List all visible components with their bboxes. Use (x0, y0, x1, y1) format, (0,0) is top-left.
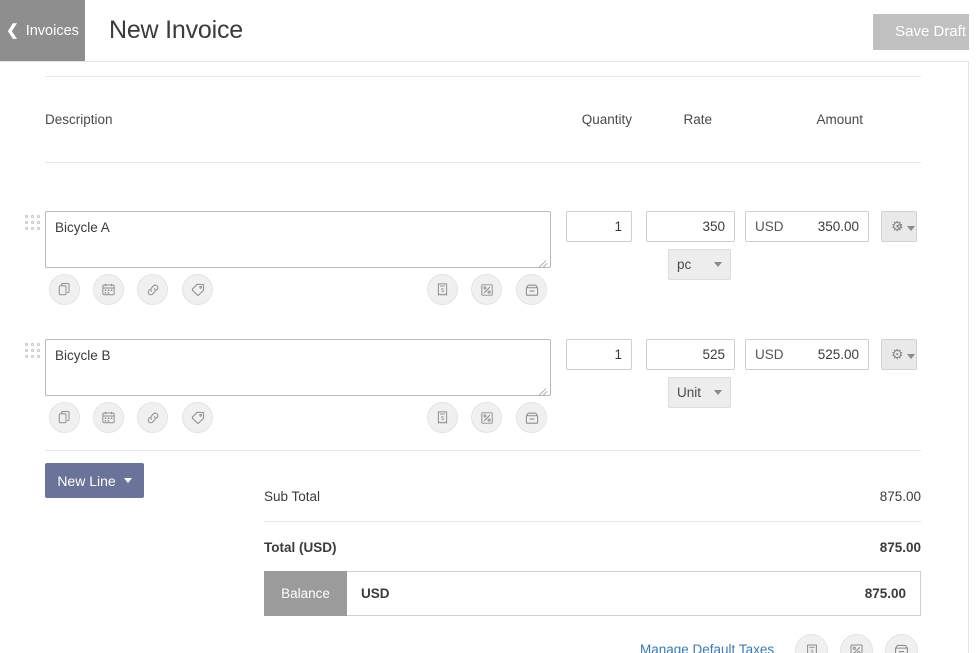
copy-icon (58, 283, 70, 296)
balance-label: Balance (264, 571, 347, 616)
archive-icon (894, 644, 909, 653)
receipt-icon: $ (806, 643, 817, 653)
unit-select[interactable]: Unit (668, 377, 731, 408)
copy-icon (58, 411, 70, 424)
balance-row: Balance USD 875.00 (264, 571, 921, 616)
amount-value: 350.00 (817, 219, 859, 234)
svg-text:$: $ (441, 288, 444, 294)
totals-section: Sub Total 875.00 Total (USD) 875.00 (264, 472, 921, 572)
table-row: USD 350.00 ⚙ pc (0, 202, 969, 310)
tag-icon (191, 411, 204, 424)
right-rail (969, 0, 976, 591)
balance-value: 875.00 (864, 586, 906, 601)
amount-value: 525.00 (817, 347, 859, 362)
amount-currency: USD (755, 347, 784, 362)
lines-bottom-divider (45, 450, 921, 451)
balance-field[interactable]: USD 875.00 (347, 571, 921, 616)
chevron-down-icon (907, 354, 915, 359)
column-header-divider (45, 162, 921, 163)
chevron-left-icon: ❮ (6, 21, 19, 39)
sub-total-value: 875.00 (879, 489, 921, 504)
amount-display: USD 350.00 (745, 211, 869, 242)
svg-text:$: $ (810, 649, 814, 653)
footer-percent-button[interactable] (840, 634, 873, 653)
amount-display: USD 525.00 (745, 339, 869, 370)
top-divider (45, 76, 921, 77)
receipt-icon: $ (437, 411, 448, 424)
sub-total-label: Sub Total (264, 489, 321, 504)
percent-icon (480, 283, 493, 296)
column-header-description: Description (45, 112, 113, 127)
unit-select-value: pc (677, 257, 692, 272)
invoice-content: Description Quantity Rate Amount USD 350… (0, 62, 969, 653)
back-to-invoices-button[interactable]: ❮ Invoices (0, 0, 85, 61)
row-drag-handle[interactable] (25, 343, 41, 359)
footer-receipt-button[interactable]: $ (795, 634, 828, 653)
rate-input[interactable] (646, 211, 735, 242)
sub-total-row: Sub Total 875.00 (264, 472, 921, 522)
unit-select[interactable]: pc (668, 249, 731, 280)
app-header: ❮ Invoices New Invoice Save Draft (0, 0, 976, 62)
page-title: New Invoice (109, 16, 243, 44)
link-button[interactable] (137, 402, 168, 433)
copy-button[interactable] (49, 274, 80, 305)
unit-select-value: Unit (677, 385, 702, 400)
header-actions: Save Draft (873, 14, 976, 50)
chevron-down-icon (714, 390, 722, 395)
chevron-down-icon (907, 226, 915, 231)
receipt-button[interactable]: $ (427, 402, 458, 433)
percent-button[interactable] (471, 274, 502, 305)
receipt-icon: $ (437, 283, 448, 296)
save-draft-button[interactable]: Save Draft (873, 14, 976, 50)
quantity-input[interactable] (566, 339, 632, 370)
gear-icon-glyph: ⚙ (891, 218, 904, 234)
manage-default-taxes-link[interactable]: Manage Default Taxes (640, 642, 774, 653)
row-settings-button[interactable]: ⚙ (881, 211, 917, 242)
quantity-input[interactable] (566, 211, 632, 242)
rate-input[interactable] (646, 339, 735, 370)
tag-icon (191, 283, 204, 296)
receipt-button[interactable]: $ (427, 274, 458, 305)
calendar-button[interactable] (93, 402, 124, 433)
calendar-icon (102, 411, 115, 424)
percent-button[interactable] (471, 402, 502, 433)
back-button-label: Invoices (25, 22, 79, 39)
new-line-label: New Line (57, 472, 116, 489)
gear-icon: ⚙ (891, 346, 904, 362)
archive-icon (525, 284, 538, 296)
link-button[interactable] (137, 274, 168, 305)
total-value: 875.00 (879, 539, 921, 555)
row-settings-button[interactable]: ⚙ (881, 339, 917, 370)
link-icon (147, 284, 158, 295)
percent-icon (850, 644, 863, 653)
tag-button[interactable] (182, 402, 213, 433)
table-row: USD 525.00 ⚙ Unit (0, 330, 969, 438)
calendar-icon (102, 283, 115, 296)
new-line-button[interactable]: New Line (45, 463, 144, 498)
tag-button[interactable] (182, 274, 213, 305)
balance-currency: USD (361, 586, 390, 601)
description-input[interactable] (45, 211, 551, 268)
archive-icon (525, 412, 538, 424)
row-drag-handle[interactable] (25, 215, 41, 231)
total-row: Total (USD) 875.00 (264, 522, 921, 572)
link-icon (147, 412, 158, 423)
percent-icon (480, 411, 493, 424)
column-header-quantity: Quantity (581, 112, 632, 127)
archive-button[interactable] (516, 402, 547, 433)
copy-button[interactable] (49, 402, 80, 433)
footer-archive-button[interactable] (885, 634, 918, 653)
amount-currency: USD (755, 219, 784, 234)
description-input[interactable] (45, 339, 551, 396)
total-label: Total (USD) (264, 539, 337, 555)
column-header-rate: Rate (683, 112, 712, 127)
archive-button[interactable] (516, 274, 547, 305)
chevron-down-icon (714, 262, 722, 267)
calendar-button[interactable] (93, 274, 124, 305)
chevron-down-icon (123, 478, 132, 483)
column-header-amount: Amount (816, 112, 863, 127)
svg-text:$: $ (441, 416, 444, 422)
